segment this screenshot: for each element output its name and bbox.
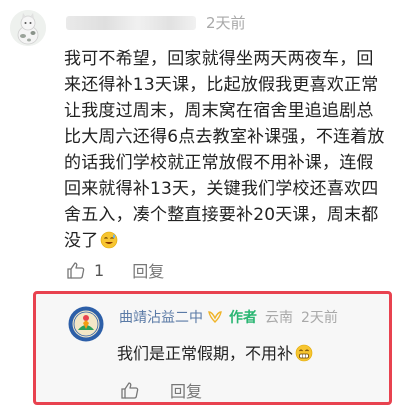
author-badge: 作者 [229, 310, 257, 326]
comment-meta: 2天前 [66, 12, 246, 33]
reply-username[interactable]: 曲靖沾益二中 [119, 307, 203, 327]
school-logo-icon [68, 306, 104, 342]
comment-like-button[interactable]: 1 [66, 260, 104, 280]
comment-time: 2天前 [206, 14, 246, 32]
author-reply-highlight: 曲靖沾益二中 作者 云南 2天前 我们是正常假期，不用补 回复 [33, 291, 392, 405]
reply-text: 我们是正常假期，不用补 [117, 344, 294, 363]
comment-reply-button[interactable]: 回复 [132, 258, 164, 282]
ribbon-badge-icon [207, 310, 223, 324]
comment-like-count: 1 [94, 260, 105, 280]
comment-username-blurred[interactable] [66, 15, 196, 30]
comment-actions: 1 回复 [66, 258, 164, 282]
comment-body: 我可不希望，回家就得坐两天两夜车，回来还得补13天课，比起放假我更喜欢正常让我度… [64, 46, 390, 257]
reply-location: 云南 [265, 310, 293, 326]
reply-time: 2天前 [301, 310, 338, 326]
reply-reply-button[interactable]: 回复 [170, 378, 202, 402]
reply-avatar[interactable] [68, 306, 104, 342]
reply-meta: 曲靖沾益二中 作者 云南 2天前 [119, 307, 338, 327]
reply-like-button[interactable] [120, 380, 140, 400]
reply-body: 我们是正常假期，不用补 [117, 340, 313, 366]
reply-actions: 回复 [120, 378, 202, 402]
thumbs-up-icon [121, 382, 139, 399]
thumbs-up-icon [67, 262, 85, 279]
comment-text: 我可不希望，回家就得坐两天两夜车，回来还得补13天课，比起放假我更喜欢正常让我度… [64, 49, 385, 251]
grin-emoji-icon [295, 344, 313, 366]
sweat-smile-emoji-icon [100, 231, 118, 257]
comment-avatar[interactable] [10, 10, 46, 46]
cat-avatar-icon [10, 10, 46, 46]
